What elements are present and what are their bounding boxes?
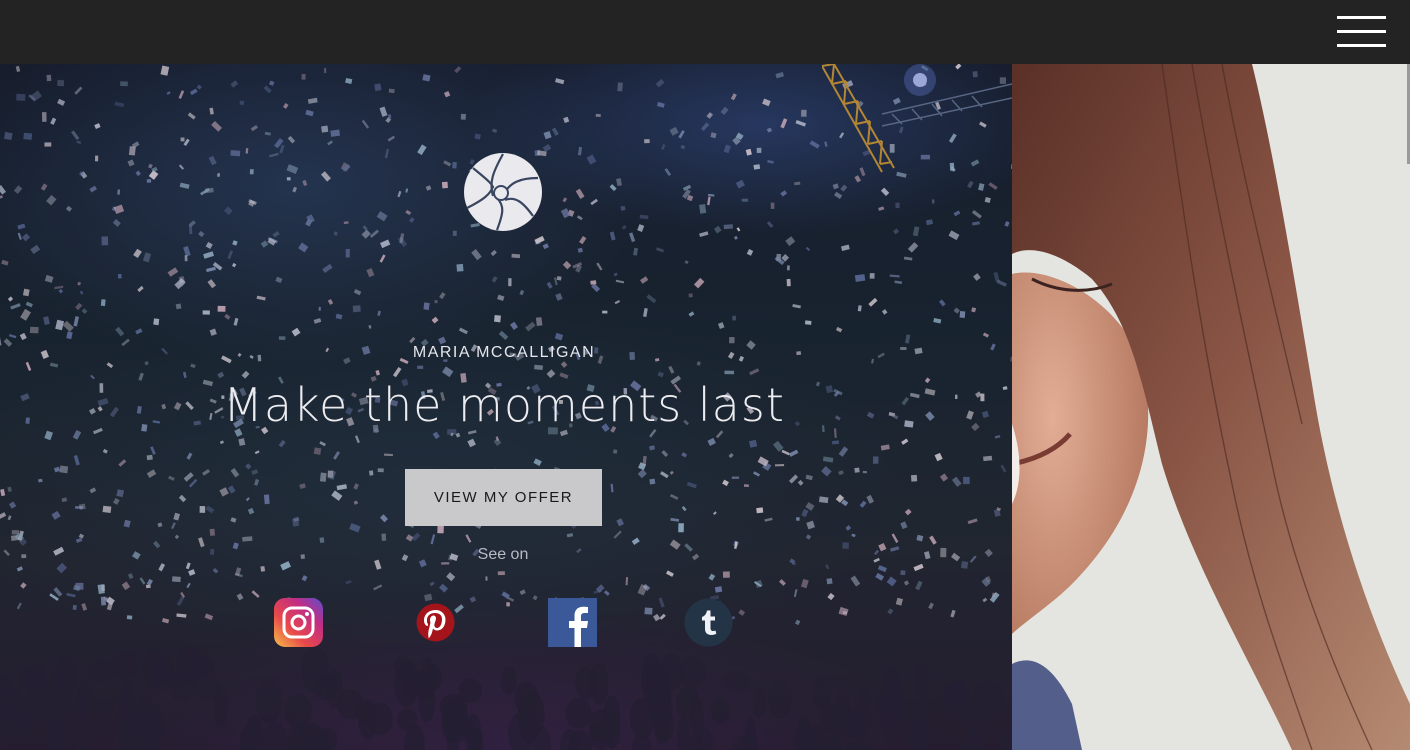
hero-headline: Make the moments last [223, 378, 785, 432]
smiling-woman-image [1012, 64, 1410, 750]
hero-section: MARIA MCCALLIGAN Make the moments last V… [0, 64, 1012, 750]
tumblr-icon[interactable] [684, 598, 733, 647]
view-offer-button[interactable]: VIEW MY OFFER [405, 469, 602, 526]
photographer-name: MARIA MCCALLIGAN [412, 344, 596, 361]
portrait-photo [1012, 64, 1410, 750]
camera-aperture-icon [464, 153, 542, 231]
hamburger-menu-icon[interactable] [1337, 16, 1386, 48]
pinterest-icon[interactable] [411, 598, 460, 647]
top-navigation-bar [0, 0, 1410, 64]
instagram-icon[interactable] [274, 598, 323, 647]
see-on-label: See on [477, 546, 529, 563]
facebook-icon[interactable] [548, 598, 597, 647]
